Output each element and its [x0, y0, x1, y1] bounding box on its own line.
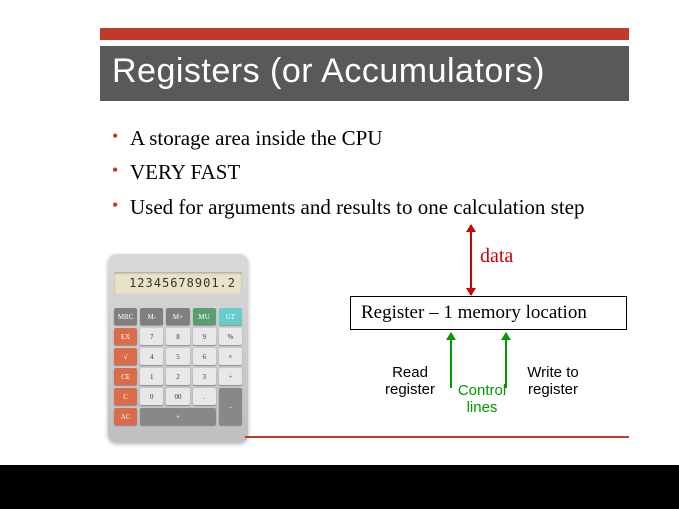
write-label: Write to register — [518, 365, 588, 398]
calculator-screen: 12345678901.2 — [114, 272, 242, 294]
slide: Registers (or Accumulators) A storage ar… — [0, 0, 679, 465]
bottom-rule — [245, 436, 629, 438]
bullet-item: VERY FAST — [112, 158, 619, 186]
data-label: data — [480, 245, 513, 268]
register-diagram: data Register – 1 memory location Read r… — [350, 225, 640, 435]
calculator-image: 12345678901.2 MRCM-M+MUGT EX789% √456× C… — [108, 254, 248, 442]
control-lines-label: Control lines — [457, 383, 507, 416]
slide-title: Registers (or Accumulators) — [100, 46, 629, 101]
read-arrow — [450, 333, 452, 388]
data-arrow — [470, 225, 472, 295]
bullet-item: Used for arguments and results to one ca… — [112, 193, 619, 221]
write-arrow — [505, 333, 507, 388]
register-box: Register – 1 memory location — [350, 296, 627, 330]
bullet-item: A storage area inside the CPU — [112, 124, 619, 152]
read-label: Read register — [380, 365, 440, 398]
bullet-list: A storage area inside the CPU VERY FAST … — [112, 118, 619, 227]
accent-bar — [100, 28, 629, 40]
